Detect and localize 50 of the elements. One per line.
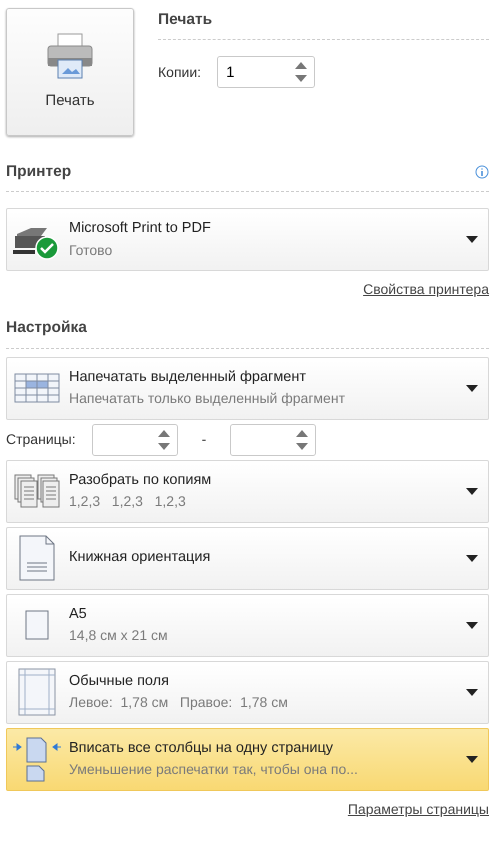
printer-status: Готово [69,241,114,260]
page-icon [19,535,55,581]
fit-columns-icon [12,736,62,782]
option-title: Напечатать выделенный фрагмент [69,368,308,387]
option-title: A5 [69,604,88,624]
option-title: Книжная ориентация [69,548,212,568]
option-subtitle: Напечатать только выделенный фрагмент [69,389,346,408]
option-dropdown[interactable]: Напечатать выделенный фрагмент Напечатать только выделенный фрагмент [6,356,489,420]
option-title: Разобрать по копиям [69,470,212,490]
caret-icon [466,622,478,628]
option-dropdown[interactable]: A5 14,8 см x 21 см [6,594,489,656]
pages-label: Страницы: [6,430,76,449]
caret-icon [466,488,478,494]
page-margins-icon [18,668,56,716]
printer-icon [46,32,94,80]
page-setup-link[interactable]: Параметры страницы [348,798,489,820]
printer-name: Microsoft Print to PDF [69,219,212,238]
section-title: Принтер [6,162,72,182]
table-grid-icon [14,373,60,403]
range-separator: - [200,430,208,449]
option-subtitle: Уменьшение распечатки так, чтобы она по... [69,760,359,780]
option-subtitle: 1,2,3 1,2,3 1,2,3 [69,492,187,512]
option-subtitle: 14,8 см x 21 см [69,626,169,646]
spinner-arrows-icon [295,61,308,84]
spinner-arrows-icon [158,428,170,450]
small-page-icon [25,610,49,640]
caret-icon [466,236,478,244]
print-button[interactable]: Печать [6,8,134,136]
printer-dropdown[interactable]: Microsoft Print to PDF Готово [6,208,489,272]
caret-icon [466,688,478,696]
option-title: Вписать все столбцы на одну страницу [69,738,334,758]
option-dropdown[interactable]: Книжная ориентация [6,526,489,590]
copies-field[interactable]: 1 [217,56,316,88]
info-icon [475,164,489,179]
printer-properties-link[interactable]: Свойства принтера [363,279,489,300]
page-from-field[interactable] [92,424,178,456]
caret-icon [466,756,478,762]
option-title: Обычные поля [69,672,170,691]
option-dropdown[interactable]: Вписать все столбцы на одну страницу Уменьшение распечатки так, чтобы она по... [6,728,489,790]
option-dropdown[interactable]: Обычные поля Левое: 1,78 см Правое: 1,78 см [6,660,489,724]
spinner-arrows-icon [296,428,308,450]
caret-icon [466,554,478,562]
copies-label: Копии: [158,62,202,82]
section-title: Настройка [6,316,489,348]
option-dropdown[interactable]: Разобрать по копиям 1,2,3 1,2,3 1,2,3 [6,460,489,522]
caret-icon [466,384,478,392]
page-to-field[interactable] [230,424,316,456]
section-title: Печать [158,8,489,40]
stacked-pages-icon [14,474,60,508]
option-subtitle: Левое: 1,78 см Правое: 1,78 см [69,693,289,712]
